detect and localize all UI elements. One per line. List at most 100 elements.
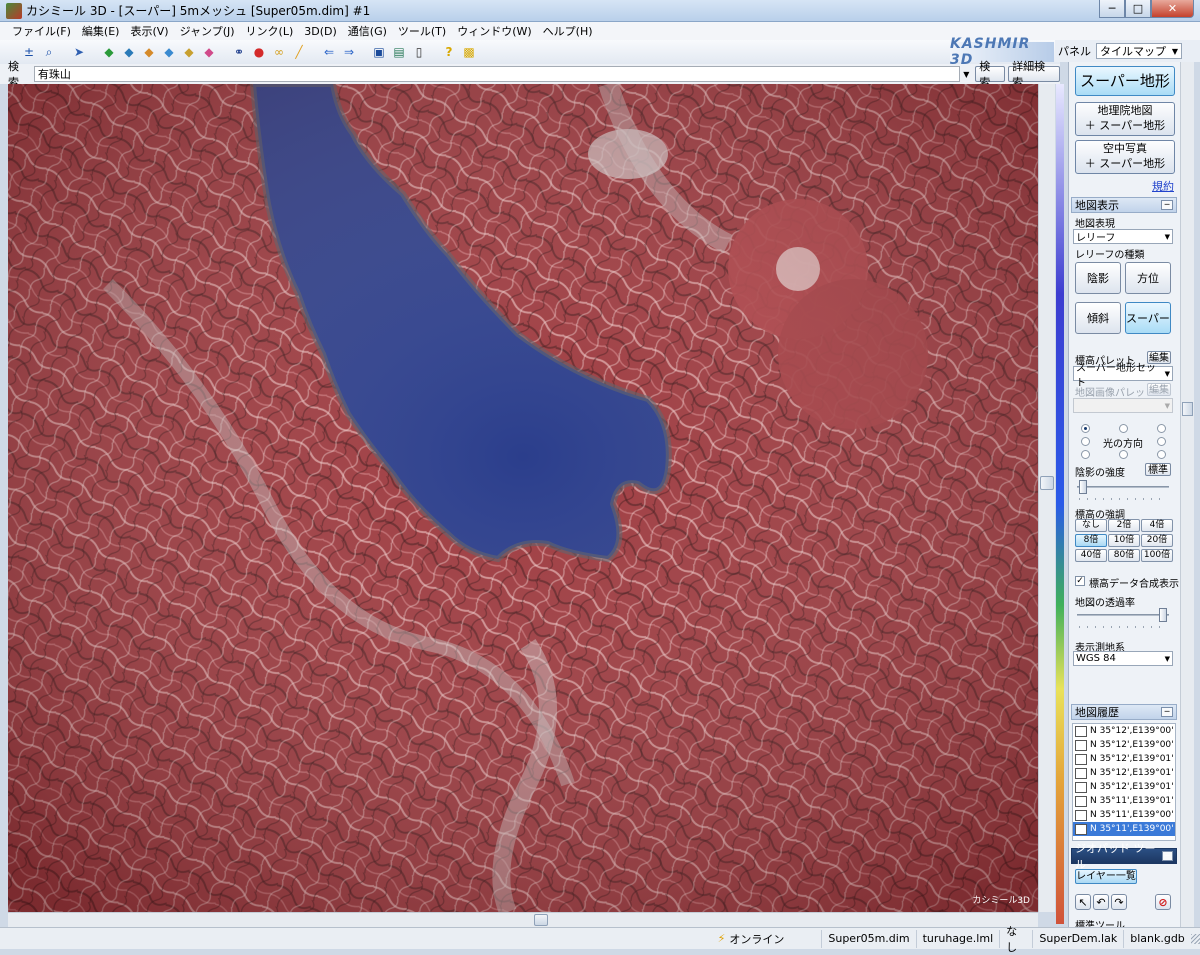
map-layer-3-icon[interactable]: ◆ — [140, 43, 158, 61]
history-item[interactable]: N 35°12',E139°01' — [1073, 752, 1175, 766]
search-dropdown-icon[interactable]: ▼ — [960, 66, 972, 82]
maximize-button[interactable]: □ — [1125, 0, 1151, 18]
super-relief-button[interactable]: スーパー — [1125, 302, 1171, 334]
light-s-radio[interactable] — [1119, 450, 1128, 459]
collapse-icon[interactable]: ─ — [1161, 851, 1173, 861]
camera-icon[interactable]: ▣ — [370, 43, 388, 61]
history-item[interactable]: N 35°12',E139°00' — [1073, 738, 1175, 752]
menu-jump[interactable]: ジャンプ(J) — [176, 23, 242, 39]
chevron-down-icon: ▼ — [1164, 232, 1170, 241]
emphasis-100x-button[interactable]: 100倍 — [1141, 549, 1173, 562]
side-panel: スーパー地形 地理院地図 ＋ スーパー地形 空中写真 ＋ スーパー地形 規約 地… — [1068, 62, 1180, 932]
light-sw-radio[interactable] — [1081, 450, 1090, 459]
emphasis-8x-button[interactable]: 8倍 — [1075, 534, 1107, 547]
map-vscroll-thumb[interactable] — [1040, 476, 1054, 490]
composite-checkbox[interactable]: ✓ — [1075, 576, 1085, 586]
panel-scroll-thumb[interactable] — [1182, 402, 1193, 416]
menu-window[interactable]: ウィンドウ(W) — [453, 23, 538, 39]
panel-scrollbar[interactable] — [1180, 62, 1194, 932]
binoculars-icon[interactable]: ⚭ — [230, 43, 248, 61]
lak-file: SuperDem.lak — [1032, 929, 1123, 948]
help-icon[interactable]: ? — [440, 43, 458, 61]
map-layer-2-icon[interactable]: ◆ — [120, 43, 138, 61]
light-e-radio[interactable] — [1157, 437, 1166, 446]
forward-arrow-icon[interactable]: ⇒ — [340, 43, 358, 61]
panel-select[interactable]: タイルマップ ▼ — [1096, 43, 1182, 59]
map-layer-icon[interactable]: ◆ — [100, 43, 118, 61]
datum-select[interactable]: WGS 84 ▼ — [1073, 651, 1173, 666]
terms-link[interactable]: 規約 — [1152, 178, 1174, 194]
map-horizontal-scrollbar[interactable] — [8, 912, 1038, 927]
close-button[interactable]: ✕ — [1151, 0, 1194, 18]
gsi-map-button[interactable]: 地理院地図 ＋ スーパー地形 — [1075, 102, 1175, 136]
pointer-icon[interactable]: ➤ — [70, 43, 88, 61]
phone-icon[interactable]: ▯ — [410, 43, 428, 61]
light-n-radio[interactable] — [1119, 424, 1128, 433]
map-layer-5-icon[interactable]: ◆ — [180, 43, 198, 61]
collapse-icon[interactable]: ─ — [1161, 707, 1173, 717]
menu-tools[interactable]: ツール(T) — [394, 23, 453, 39]
standard-button[interactable]: 標準 — [1145, 463, 1171, 476]
palette-select[interactable]: スーパー地形セット ▼ — [1073, 363, 1173, 389]
search-button[interactable]: 検索 — [975, 60, 1006, 89]
none-status: なし — [999, 925, 1032, 954]
collapse-icon[interactable]: ─ — [1161, 200, 1173, 210]
select-arrow-icon[interactable]: ↖ — [1075, 894, 1091, 910]
light-nw-radio[interactable] — [1081, 424, 1090, 433]
resize-grip-icon[interactable] — [1190, 933, 1200, 944]
menu-help[interactable]: ヘルプ(H) — [539, 23, 600, 39]
gps-icon[interactable]: ▤ — [390, 43, 408, 61]
emphasis-80x-button[interactable]: 80倍 — [1108, 549, 1140, 562]
route-icon[interactable]: ∞ — [270, 43, 288, 61]
light-w-radio[interactable] — [1081, 437, 1090, 446]
emphasis-2x-button[interactable]: 2倍 — [1108, 519, 1140, 532]
map-display-header: 地図表示 ─ — [1071, 197, 1177, 213]
map-expression-value: レリーフ — [1076, 233, 1116, 244]
menu-3d[interactable]: 3D(D) — [300, 25, 344, 38]
emphasis-40x-button[interactable]: 40倍 — [1075, 549, 1107, 562]
layer-list-button[interactable]: レイヤー一覧 — [1075, 869, 1137, 884]
light-se-radio[interactable] — [1157, 450, 1166, 459]
detail-search-button[interactable]: 詳細検索 — [1008, 60, 1060, 89]
back-arrow-icon[interactable]: ⇐ — [320, 43, 338, 61]
map-icon — [1075, 725, 1087, 737]
map-expression-select[interactable]: レリーフ ▼ — [1073, 229, 1173, 244]
shade-button[interactable]: 陰影 — [1075, 262, 1121, 294]
marker-icon[interactable]: ● — [250, 43, 268, 61]
super-terrain-button[interactable]: スーパー地形 — [1075, 66, 1175, 96]
help-book-icon[interactable]: ▩ — [460, 43, 478, 61]
history-item[interactable]: N 35°12',E139°00' — [1073, 724, 1175, 738]
map-layer-4-icon[interactable]: ◆ — [160, 43, 178, 61]
shade-strength-slider[interactable] — [1079, 480, 1087, 494]
map-layer-6-icon[interactable]: ◆ — [200, 43, 218, 61]
menu-view[interactable]: 表示(V) — [126, 23, 175, 39]
menu-file[interactable]: ファイル(F) — [8, 23, 78, 39]
minimize-button[interactable]: ─ — [1099, 0, 1125, 18]
direction-button[interactable]: 方位 — [1125, 262, 1171, 294]
emphasis-4x-button[interactable]: 4倍 — [1141, 519, 1173, 532]
ruler-icon[interactable]: ╱ — [290, 43, 308, 61]
menu-edit[interactable]: 編集(E) — [78, 23, 127, 39]
search-input[interactable] — [33, 66, 961, 82]
transparency-slider[interactable] — [1159, 608, 1167, 622]
aerial-photo-button[interactable]: 空中写真 ＋ スーパー地形 — [1075, 140, 1175, 174]
history-item[interactable]: N 35°11',E139°01' — [1073, 794, 1175, 808]
emphasis-10x-button[interactable]: 10倍 — [1108, 534, 1140, 547]
redo-icon[interactable]: ↷ — [1111, 894, 1127, 910]
undo-icon[interactable]: ↶ — [1093, 894, 1109, 910]
emphasis-none-button[interactable]: なし — [1075, 519, 1107, 532]
menu-comm[interactable]: 通信(G) — [344, 23, 394, 39]
map-hscroll-thumb[interactable] — [534, 914, 548, 926]
map-vertical-scrollbar[interactable] — [1038, 84, 1055, 912]
light-ne-radio[interactable] — [1157, 424, 1166, 433]
emphasis-20x-button[interactable]: 20倍 — [1141, 534, 1173, 547]
terrain-map[interactable]: カシミール3D — [8, 84, 1038, 912]
history-item[interactable]: N 35°11',E139°00' — [1073, 808, 1175, 822]
slope-button[interactable]: 傾斜 — [1075, 302, 1121, 334]
menu-link[interactable]: リンク(L) — [242, 23, 301, 39]
stop-icon[interactable]: ⊘ — [1155, 894, 1171, 910]
search-icon[interactable]: ⌕ — [40, 43, 58, 61]
history-item[interactable]: N 35°12',E139°01' — [1073, 766, 1175, 780]
history-item[interactable]: N 35°12',E139°01' — [1073, 780, 1175, 794]
history-item-selected[interactable]: N 35°11',E139°00' — [1073, 822, 1175, 836]
